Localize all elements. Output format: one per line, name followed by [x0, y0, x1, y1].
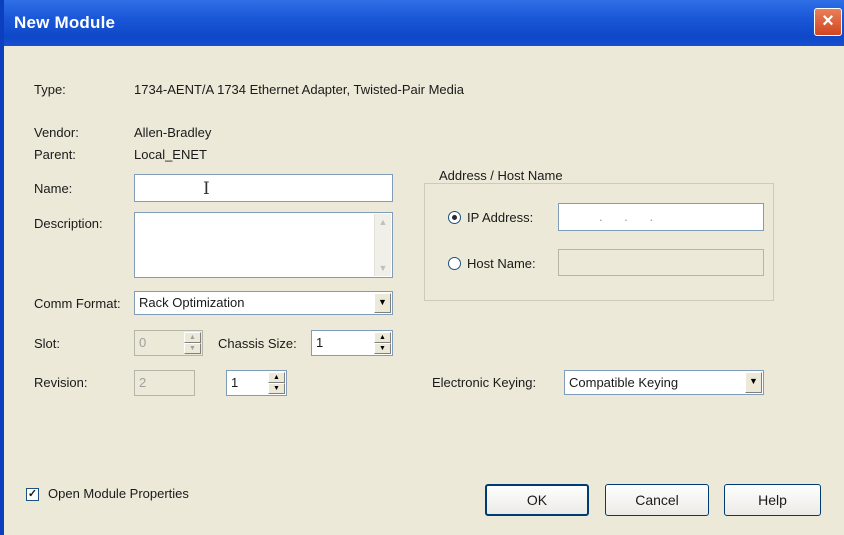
- description-label: Description:: [34, 216, 103, 231]
- spinner-up-icon[interactable]: ▲: [374, 332, 391, 343]
- new-module-dialog: New Module × Type: 1734-AENT/A 1734 Ethe…: [0, 0, 844, 535]
- parent-label: Parent:: [34, 147, 76, 162]
- scroll-down-icon[interactable]: ▼: [375, 260, 391, 276]
- open-properties-checkbox[interactable]: ✓: [26, 488, 39, 501]
- chassis-spin-buttons[interactable]: ▲ ▼: [374, 332, 391, 354]
- spinner-up-icon[interactable]: ▲: [268, 372, 285, 383]
- host-name-radio[interactable]: [448, 257, 461, 270]
- name-label: Name:: [34, 181, 73, 196]
- chassis-size-spinner[interactable]: 1 ▲ ▼: [311, 330, 393, 356]
- window-frame: [0, 0, 4, 535]
- revision-major-field: 2: [134, 370, 195, 396]
- vendor-value: Allen-Bradley: [134, 125, 212, 140]
- scroll-up-icon[interactable]: ▲: [375, 214, 391, 230]
- address-group-title: Address / Host Name: [436, 168, 566, 183]
- revision-minor-value: 1: [231, 375, 239, 390]
- address-host-group: [424, 183, 774, 301]
- host-name-input: [558, 249, 764, 276]
- comm-format-label: Comm Format:: [34, 296, 121, 311]
- type-label: Type:: [34, 82, 66, 97]
- help-button[interactable]: Help: [724, 484, 821, 516]
- close-button[interactable]: ×: [814, 8, 842, 36]
- chassis-size-label: Chassis Size:: [218, 336, 297, 351]
- checkmark-icon: ✓: [27, 488, 38, 500]
- electronic-keying-value: Compatible Keying: [569, 375, 679, 390]
- title-bar[interactable]: New Module ×: [4, 0, 844, 46]
- revision-minor-spinner[interactable]: 1 ▲ ▼: [226, 370, 287, 396]
- slot-spin-buttons: ▲ ▼: [184, 332, 201, 354]
- name-input[interactable]: I: [134, 174, 393, 202]
- open-properties-label: Open Module Properties: [48, 486, 189, 501]
- dropdown-arrow-icon[interactable]: ▼: [745, 372, 762, 393]
- revision-spin-buttons[interactable]: ▲ ▼: [268, 372, 285, 394]
- ok-button[interactable]: OK: [485, 484, 589, 516]
- description-scrollbar[interactable]: ▲ ▼: [374, 214, 391, 276]
- text-cursor-icon: I: [203, 179, 210, 199]
- revision-label: Revision:: [34, 375, 88, 390]
- window-title: New Module: [14, 13, 116, 32]
- revision-major-value: 2: [139, 375, 147, 390]
- chassis-size-value: 1: [316, 335, 324, 350]
- host-name-label: Host Name:: [467, 256, 536, 271]
- slot-spinner: 0 ▲ ▼: [134, 330, 203, 356]
- dropdown-arrow-icon[interactable]: ▼: [374, 293, 391, 313]
- ip-address-label: IP Address:: [467, 210, 534, 225]
- parent-value: Local_ENET: [134, 147, 207, 162]
- type-value: 1734-AENT/A 1734 Ethernet Adapter, Twist…: [134, 82, 465, 97]
- electronic-keying-label: Electronic Keying:: [432, 375, 537, 390]
- cancel-button[interactable]: Cancel: [605, 484, 709, 516]
- electronic-keying-select[interactable]: Compatible Keying ▼: [564, 370, 764, 395]
- spinner-up-icon: ▲: [184, 332, 201, 343]
- ip-address-value: . . .: [599, 209, 663, 224]
- slot-value: 0: [139, 335, 147, 350]
- spinner-down-icon: ▼: [184, 343, 201, 354]
- comm-format-value: Rack Optimization: [139, 295, 245, 310]
- close-icon: ×: [822, 10, 834, 32]
- spinner-down-icon[interactable]: ▼: [268, 383, 285, 394]
- slot-label: Slot:: [34, 336, 61, 351]
- vendor-label: Vendor:: [34, 125, 79, 140]
- description-textarea[interactable]: ▲ ▼: [134, 212, 393, 278]
- spinner-down-icon[interactable]: ▼: [374, 343, 391, 354]
- ip-address-radio[interactable]: [448, 211, 461, 224]
- comm-format-select[interactable]: Rack Optimization ▼: [134, 291, 393, 315]
- ip-address-input[interactable]: . . .: [558, 203, 764, 231]
